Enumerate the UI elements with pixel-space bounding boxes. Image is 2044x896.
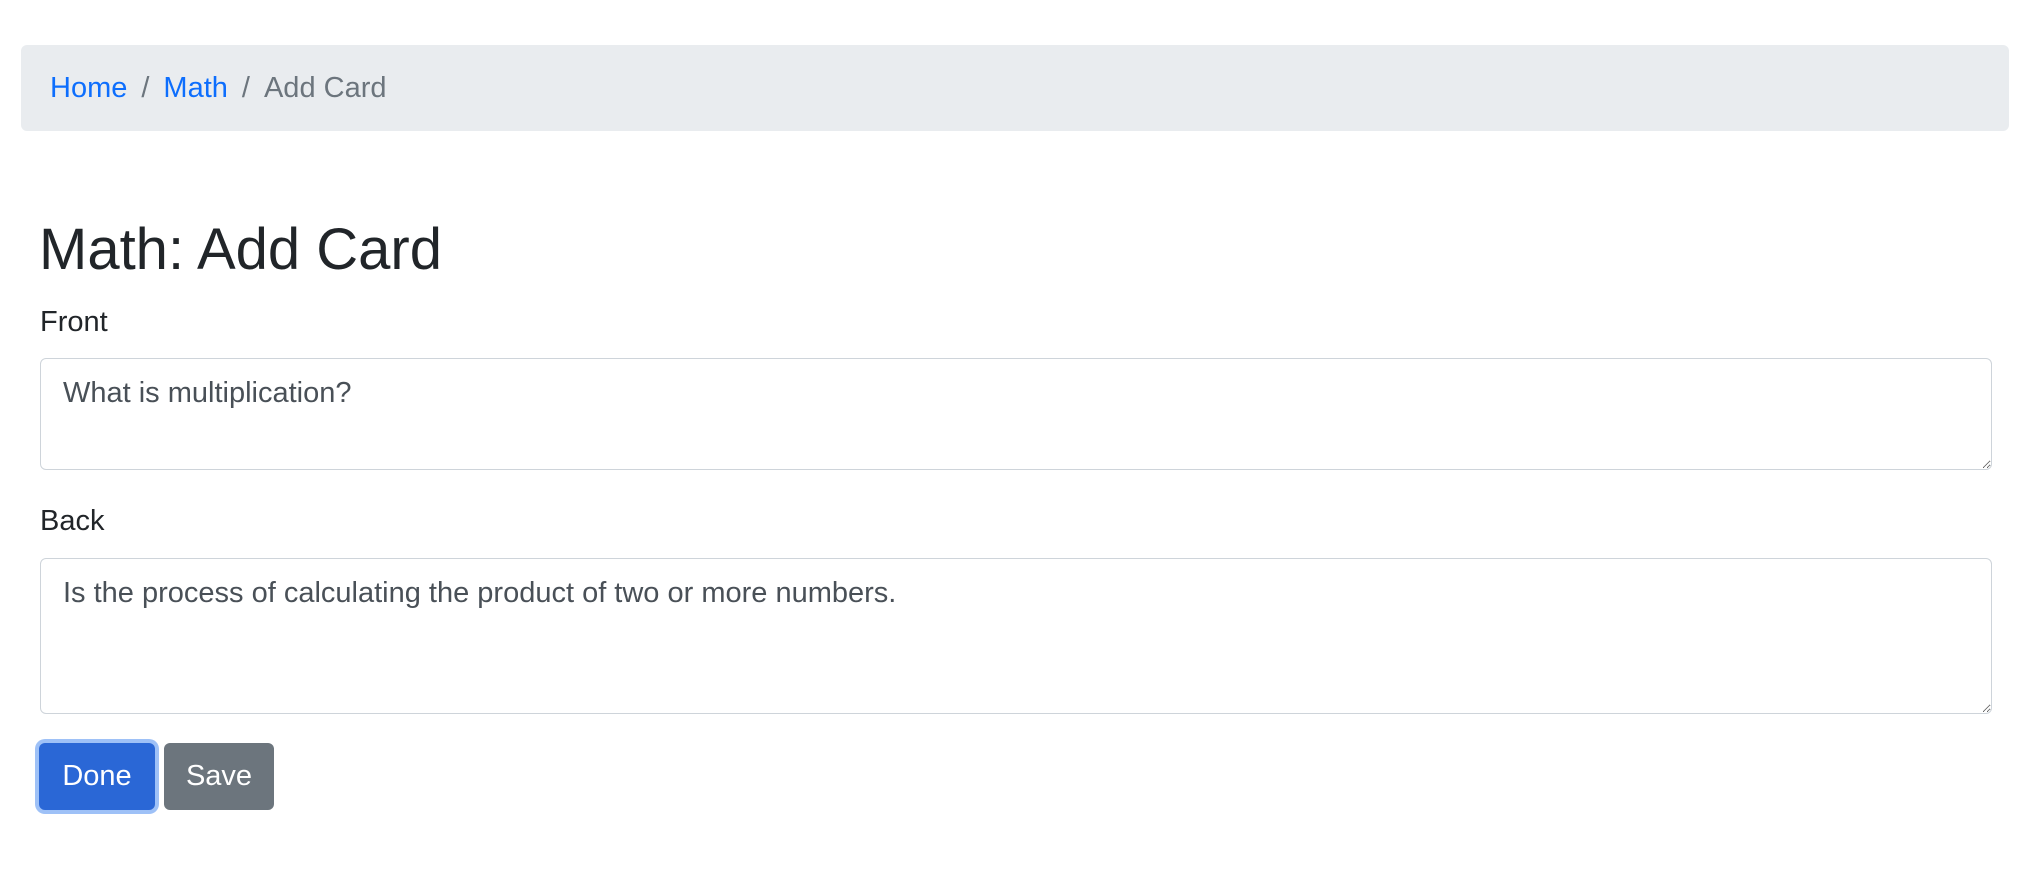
breadcrumb: Home / Math / Add Card <box>21 45 2009 131</box>
back-textarea[interactable] <box>40 558 1992 714</box>
front-label: Front <box>40 306 108 338</box>
save-button[interactable]: Save <box>164 743 274 810</box>
breadcrumb-current: Add Card <box>263 71 387 104</box>
page-title: Math: Add Card <box>39 217 442 282</box>
breadcrumb-separator: / <box>241 71 250 104</box>
back-label: Back <box>40 505 105 537</box>
breadcrumb-separator: / <box>141 71 150 104</box>
front-textarea[interactable] <box>40 358 1992 470</box>
breadcrumb-home-link[interactable]: Home <box>50 72 127 105</box>
breadcrumb-deck-link[interactable]: Math <box>163 72 227 105</box>
done-button[interactable]: Done <box>39 743 155 810</box>
